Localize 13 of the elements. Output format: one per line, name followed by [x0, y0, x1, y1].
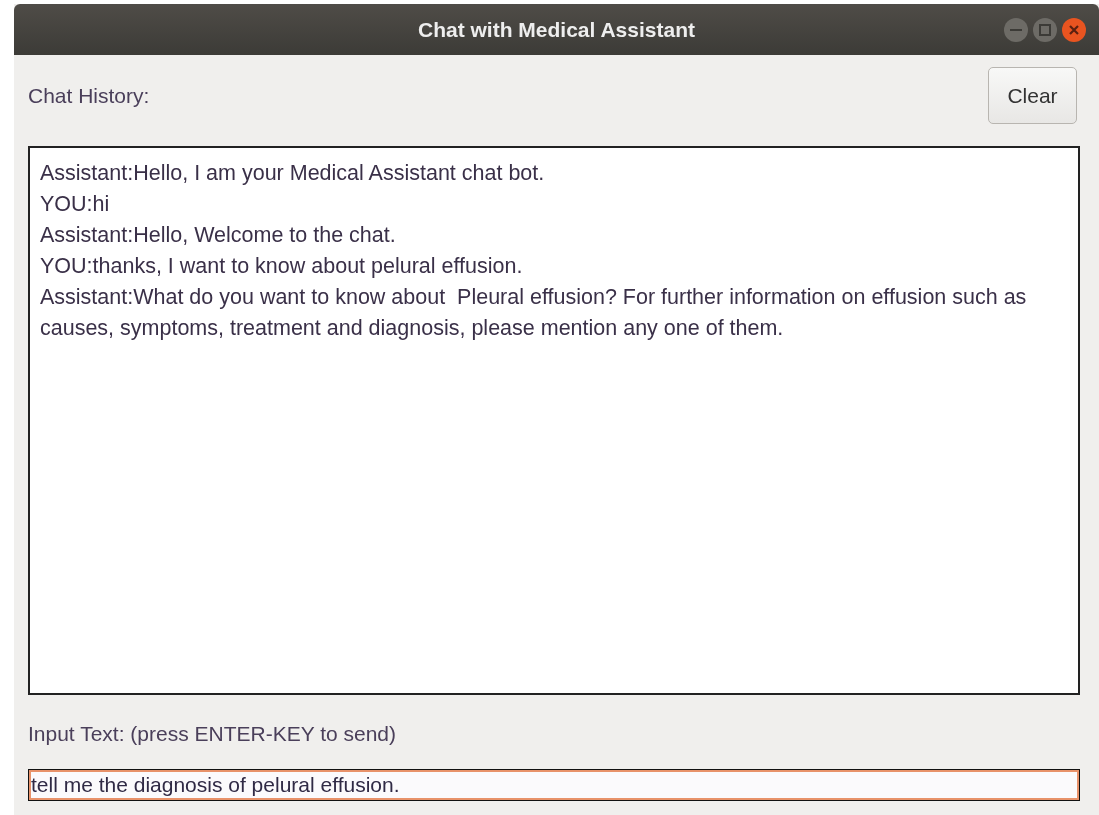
chat-message: YOU:hi	[40, 191, 111, 218]
close-icon[interactable]	[1061, 17, 1087, 43]
chat-message: Assistant:Hello, I am your Medical Assistant chat bot.	[40, 160, 546, 187]
minimize-icon[interactable]	[1003, 17, 1029, 43]
chat-message: Assistant:Hello, Welcome to the chat.	[40, 222, 397, 249]
window-title: Chat with Medical Assistant	[418, 17, 695, 42]
chat-message: YOU:thanks, I want to know about pelural effusion.	[40, 253, 524, 280]
chat-history-label: Chat History:	[28, 83, 150, 108]
input-text-label: Input Text: (press ENTER-KEY to send)	[28, 722, 398, 747]
maximize-icon[interactable]	[1032, 17, 1058, 43]
chat-message: Assistant:What do you want to know about Pleural effusion? For further information on effusion such as causes, symptoms, treatment and diagnosis, please mention any one of them.	[40, 284, 1028, 342]
input-field[interactable]: tell me the diagnosis of pelural effusion.	[28, 769, 1080, 801]
clear-button[interactable]: Clear	[988, 67, 1077, 124]
